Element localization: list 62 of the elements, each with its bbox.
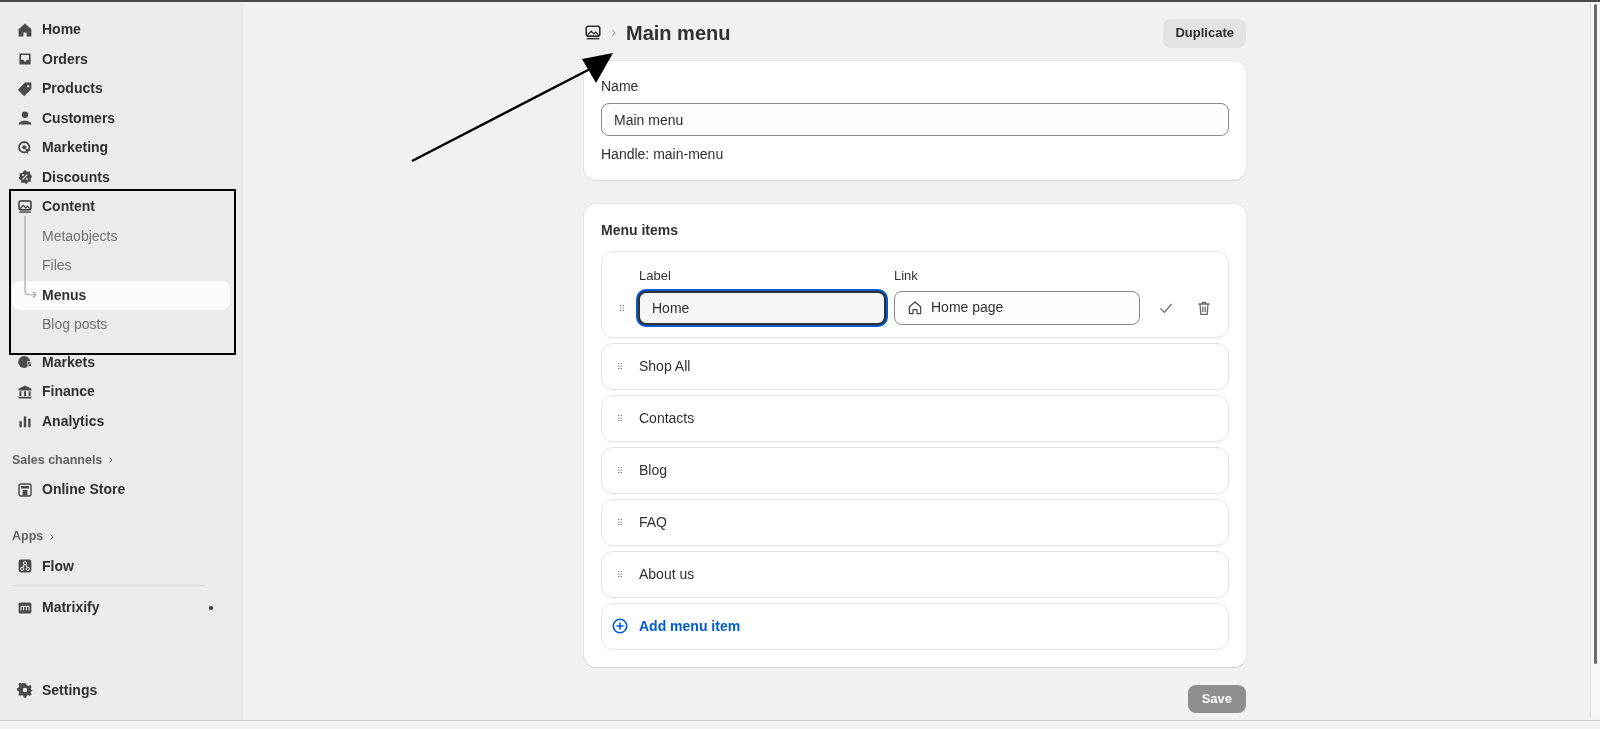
drag-handle-icon (616, 414, 624, 422)
sidebar-item[interactable]: Home (12, 15, 230, 45)
settings-icon (17, 682, 33, 699)
handle-text: Handle: main-menu (601, 145, 725, 164)
person-icon (17, 110, 33, 127)
sidebar-item[interactable]: Menus (12, 280, 230, 310)
menu-item[interactable]: About us (601, 550, 1229, 598)
page-title: Main menu (626, 21, 732, 46)
section-heading[interactable]: Apps (12, 527, 44, 546)
drag-handle-icon (616, 466, 624, 474)
store-icon (17, 481, 33, 498)
sidebar-item[interactable]: Content (12, 192, 230, 222)
home-icon (17, 21, 33, 38)
home-icon (907, 299, 923, 316)
label-field[interactable]: Home (638, 290, 886, 325)
sidebar-item[interactable]: Finance (12, 377, 230, 407)
section-heading[interactable]: Sales channels (12, 450, 103, 470)
sidebar-item[interactable]: Blog posts (12, 310, 230, 340)
sidebar-item[interactable]: Metaobjects (12, 221, 230, 251)
drag-handle-icon (618, 303, 626, 312)
menu-item[interactable]: FAQ (601, 498, 1229, 546)
sidebar-item[interactable]: Settings (12, 675, 230, 705)
discount-icon (17, 169, 33, 186)
field-label: Name (601, 77, 640, 96)
sidebar-item[interactable]: Online Store (12, 475, 230, 505)
plus-circle-icon (611, 617, 629, 635)
sidebar-item[interactable]: Markets (12, 347, 230, 377)
scrollbar[interactable] (1590, 2, 1600, 718)
sidebar-item[interactable]: Products (12, 74, 230, 104)
field-label: Link (894, 267, 919, 285)
tag-icon (17, 80, 33, 97)
globe-icon (17, 354, 33, 371)
add-menu-item-button[interactable]: Add menu item (601, 602, 1229, 650)
menu-item[interactable]: Shop All (601, 342, 1229, 390)
target-icon (17, 139, 33, 156)
image-icon (584, 24, 602, 42)
menu-item[interactable]: Blog (601, 446, 1229, 494)
card-title: Menu items (601, 221, 679, 240)
sidebar-item[interactable]: Flow (12, 551, 230, 581)
image-icon (17, 198, 33, 215)
link-field[interactable]: Home page (894, 290, 1140, 325)
drag-handle-icon (616, 570, 624, 578)
sidebar-item[interactable]: Marketing (12, 133, 230, 163)
app-tile-icon (17, 558, 33, 575)
sidebar-item[interactable]: Analytics (12, 406, 230, 436)
sidebar-item[interactable]: Orders (12, 44, 230, 74)
sidebar-item[interactable]: Matrixify (12, 593, 230, 623)
app-tile-icon (17, 599, 33, 616)
bank-icon (17, 383, 33, 400)
bar-chart-icon (17, 413, 33, 430)
name-field[interactable]: Main menu (601, 103, 1229, 136)
sidebar-item[interactable]: Files (12, 251, 230, 281)
field-label: Label (638, 267, 672, 285)
drag-handle-icon (616, 518, 624, 526)
drag-handle-icon (616, 362, 624, 370)
sidebar-item[interactable]: Discounts (12, 162, 230, 192)
inbox-icon (17, 51, 33, 68)
menu-item[interactable]: Contacts (601, 394, 1229, 442)
sidebar-item[interactable]: Customers (12, 103, 230, 133)
duplicate-button[interactable]: Duplicate (1163, 18, 1246, 48)
trash-icon[interactable] (1196, 299, 1212, 316)
link-value: Home page (931, 298, 1004, 317)
